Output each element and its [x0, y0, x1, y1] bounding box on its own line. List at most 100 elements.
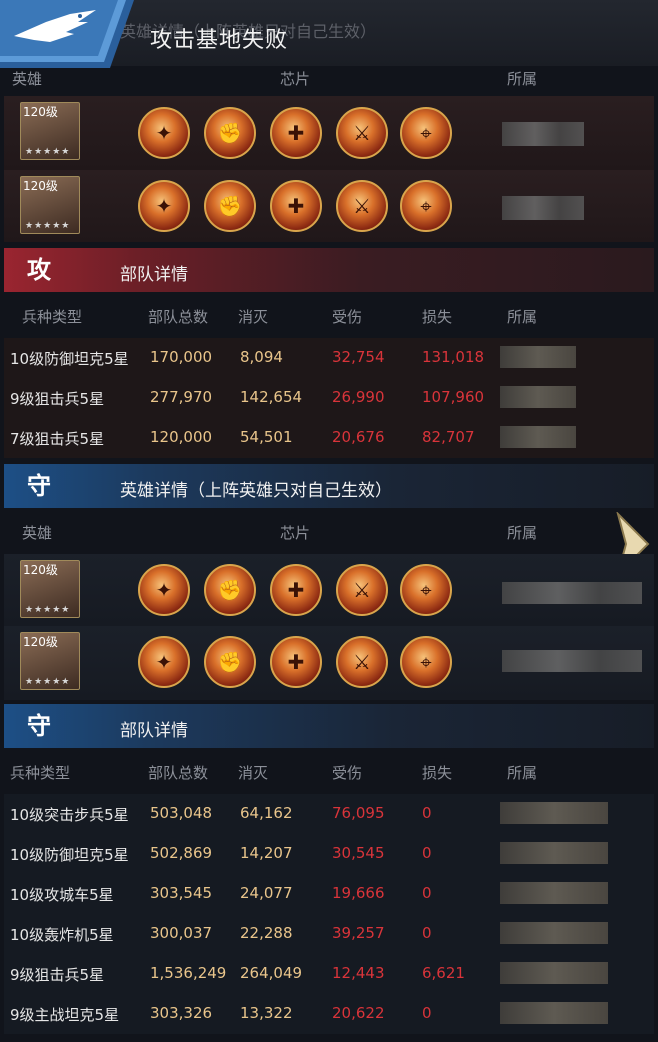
col-type: 兵种类型 [10, 764, 71, 782]
col-type: 兵种类型 [22, 308, 83, 326]
troop-damaged: 76,095 [332, 804, 385, 822]
owner-blurred [500, 1002, 608, 1024]
owner-blurred [500, 426, 576, 448]
chip-target-icon[interactable]: ✚ [270, 636, 322, 688]
hero-level: 120级 [23, 635, 58, 649]
chip-target-icon[interactable]: ✚ [270, 564, 322, 616]
chip-flame-icon[interactable]: ✦ [138, 564, 190, 616]
owner-blurred [500, 962, 608, 984]
eagle-emblem-icon [0, 0, 134, 68]
owner-blurred [502, 650, 642, 672]
attack-troop-title: 部队详情 [120, 265, 188, 285]
troop-type: 9级狙击兵5星 [10, 390, 105, 408]
chip-fist-icon[interactable]: ✊ [204, 636, 256, 688]
table-row: 10级防御坦克5星 502,869 14,207 30,545 0 [4, 834, 654, 874]
troop-damaged: 12,443 [332, 964, 385, 982]
chip-target-icon[interactable]: ✚ [270, 107, 322, 159]
page-title: 攻击基地失败 [150, 28, 289, 53]
troop-damaged: 20,622 [332, 1004, 385, 1022]
col-lost: 损失 [422, 764, 453, 782]
troop-total: 300,037 [150, 924, 213, 942]
chip-soldier-icon[interactable]: ⚔ [336, 180, 388, 232]
troop-total: 1,536,249 [150, 964, 227, 982]
troop-damaged: 26,990 [332, 388, 385, 406]
col-owner: 所属 [507, 70, 538, 88]
col-hero: 英雄 [22, 524, 53, 542]
table-row: 9级狙击兵5星 1,536,249 264,049 12,443 6,621 [4, 954, 654, 994]
hero-level: 120级 [23, 563, 58, 577]
troop-lost: 6,621 [422, 964, 465, 982]
troop-kill: 8,094 [240, 348, 283, 366]
attack-hero-row-1: 120级 ★★★★★ ✦ ✊ ✚ ⚔ ⌖ [4, 96, 654, 170]
defense-hero-row-2: 120级 ★★★★★ ✦ ✊ ✚ ⚔ ⌖ [4, 626, 654, 700]
hero-portrait[interactable]: 120级 ★★★★★ [20, 560, 80, 618]
chip-flame-icon[interactable]: ✦ [138, 107, 190, 159]
col-kill: 消灭 [238, 308, 269, 326]
owner-blurred [500, 922, 608, 944]
col-owner: 所属 [507, 524, 538, 542]
troop-type: 9级主战坦克5星 [10, 1006, 120, 1024]
troop-total: 502,869 [150, 844, 213, 862]
chip-target-icon[interactable]: ✚ [270, 180, 322, 232]
chip-soldier-icon[interactable]: ⚔ [336, 636, 388, 688]
troop-type: 7级狙击兵5星 [10, 430, 105, 448]
troop-damaged: 19,666 [332, 884, 385, 902]
attack-troop-bar: 攻 部队详情 [4, 248, 654, 292]
troop-damaged: 39,257 [332, 924, 385, 942]
troop-lost: 0 [422, 804, 432, 822]
hero-level: 120级 [23, 105, 58, 119]
troop-total: 120,000 [150, 428, 213, 446]
chip-soldier-icon[interactable]: ⚔ [336, 107, 388, 159]
troop-type: 9级狙击兵5星 [10, 966, 105, 984]
chip-rifle-icon[interactable]: ⌖ [400, 180, 452, 232]
defense-badge: 守 [27, 712, 51, 740]
chip-fist-icon[interactable]: ✊ [204, 180, 256, 232]
col-total: 部队总数 [148, 308, 209, 326]
troop-kill: 64,162 [240, 804, 293, 822]
hero-portrait[interactable]: 120级 ★★★★★ [20, 102, 80, 160]
chip-flame-icon[interactable]: ✦ [138, 636, 190, 688]
col-owner: 所属 [507, 308, 538, 326]
troop-kill: 54,501 [240, 428, 293, 446]
defense-troop-title: 部队详情 [120, 721, 188, 741]
troop-kill: 22,288 [240, 924, 293, 942]
troop-kill: 14,207 [240, 844, 293, 862]
defense-hero-bar: 守 英雄详情（上阵英雄只对自己生效） [4, 464, 654, 508]
hero-stars: ★★★★★ [25, 221, 71, 231]
chip-soldier-icon[interactable]: ⚔ [336, 564, 388, 616]
owner-blurred [502, 196, 584, 220]
troop-lost: 0 [422, 884, 432, 902]
col-damaged: 受伤 [332, 764, 363, 782]
troop-damaged: 32,754 [332, 348, 385, 366]
troop-type: 10级攻城车5星 [10, 886, 114, 904]
table-row: 10级攻城车5星 303,545 24,077 19,666 0 [4, 874, 654, 914]
defense-hero-row-1: 120级 ★★★★★ ✦ ✊ ✚ ⚔ ⌖ [4, 554, 654, 626]
owner-blurred [500, 882, 608, 904]
col-owner: 所属 [507, 764, 538, 782]
table-row: 10级防御坦克5星 170,000 8,094 32,754 131,018 [4, 338, 654, 378]
troop-lost: 82,707 [422, 428, 475, 446]
table-row: 9级狙击兵5星 277,970 142,654 26,990 107,960 [4, 378, 654, 418]
table-row: 9级主战坦克5星 303,326 13,322 20,622 0 [4, 994, 654, 1034]
chip-fist-icon[interactable]: ✊ [204, 107, 256, 159]
owner-blurred [500, 386, 576, 408]
troop-lost: 0 [422, 844, 432, 862]
troop-kill: 24,077 [240, 884, 293, 902]
col-hero: 英雄 [12, 70, 43, 88]
hero-portrait[interactable]: 120级 ★★★★★ [20, 632, 80, 690]
owner-blurred [502, 582, 642, 604]
chip-rifle-icon[interactable]: ⌖ [400, 636, 452, 688]
chip-rifle-icon[interactable]: ⌖ [400, 107, 452, 159]
hero-level: 120级 [23, 179, 58, 193]
chip-flame-icon[interactable]: ✦ [138, 180, 190, 232]
chip-rifle-icon[interactable]: ⌖ [400, 564, 452, 616]
col-lost: 损失 [422, 308, 453, 326]
troop-kill: 142,654 [240, 388, 303, 406]
table-row: 10级轰炸机5星 300,037 22,288 39,257 0 [4, 914, 654, 954]
chip-fist-icon[interactable]: ✊ [204, 564, 256, 616]
troop-total: 303,545 [150, 884, 213, 902]
troop-damaged: 30,545 [332, 844, 385, 862]
troop-total: 303,326 [150, 1004, 213, 1022]
troop-lost: 107,960 [422, 388, 485, 406]
hero-portrait[interactable]: 120级 ★★★★★ [20, 176, 80, 234]
